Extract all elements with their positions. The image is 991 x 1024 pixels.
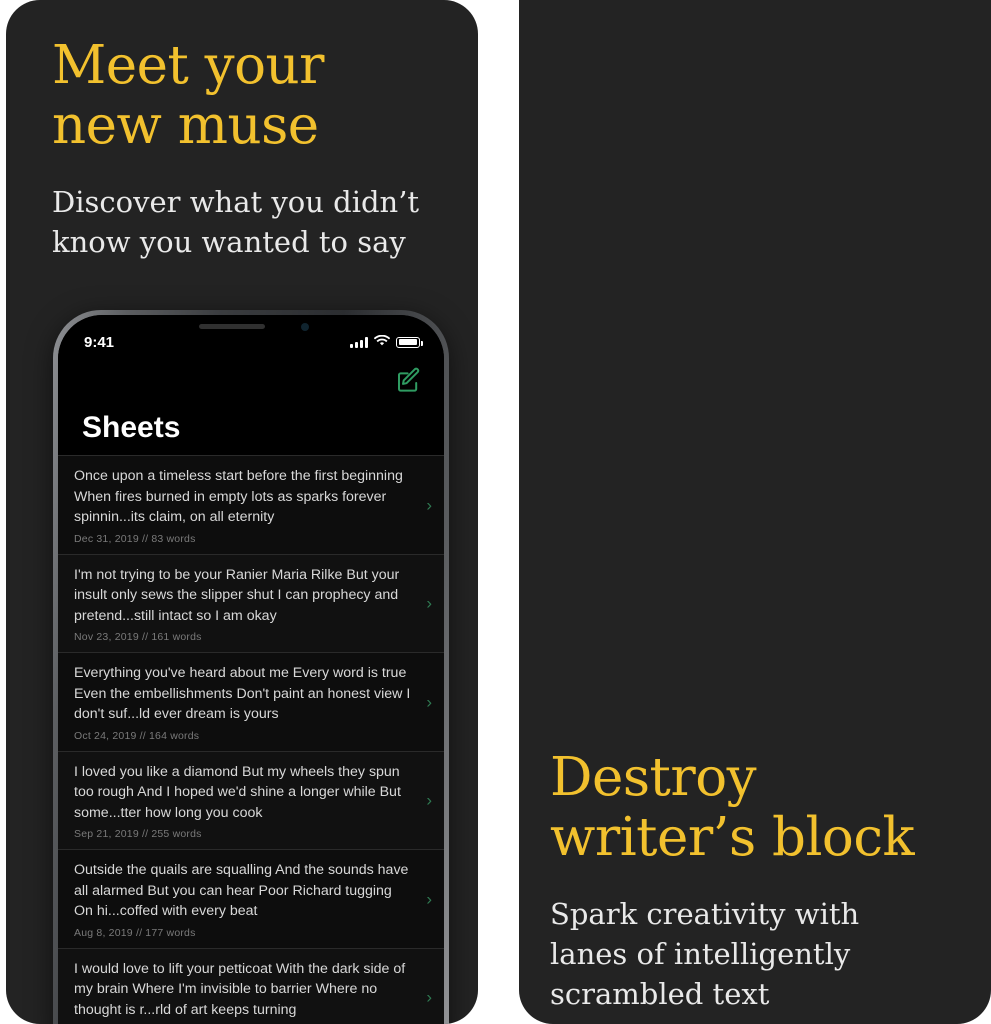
sheets-list[interactable]: Once upon a timeless start before the fi… bbox=[58, 455, 444, 1024]
phone-mockup-left: 9:41 Sheets Once upon a timeless start b… bbox=[53, 310, 449, 1024]
battery-icon bbox=[396, 336, 423, 348]
left-headline: Meet your new muse bbox=[52, 35, 324, 156]
right-copy-block: Destroy writer’s block Spark creativity … bbox=[550, 748, 980, 1014]
sheet-meta: Oct 24, 2019 // 164 words bbox=[74, 729, 200, 742]
earpiece-speaker bbox=[199, 324, 265, 329]
sheet-row[interactable]: Everything you've heard about me Every w… bbox=[58, 652, 444, 751]
wifi-icon bbox=[373, 334, 391, 351]
sheet-meta: Nov 23, 2019 // 161 words bbox=[74, 631, 202, 643]
chevron-right-icon: › bbox=[426, 692, 432, 712]
screenshot-root: Meet your new muse Discover what you did… bbox=[0, 0, 991, 1024]
left-subhead: Discover what you didn’t know you wanted… bbox=[52, 185, 420, 259]
chevron-right-icon: › bbox=[426, 889, 432, 909]
sheet-meta: Dec 31, 2019 // 83 words bbox=[74, 532, 196, 545]
compose-icon bbox=[398, 367, 420, 392]
status-time: 9:41 bbox=[84, 333, 115, 351]
chevron-right-icon: › bbox=[426, 593, 432, 613]
compose-button[interactable] bbox=[396, 367, 422, 398]
sheet-row[interactable]: I'm not trying to be your Ranier Maria R… bbox=[58, 553, 444, 652]
marketing-panel-right: There are no spinning wheels that can li… bbox=[519, 0, 991, 1024]
sheet-meta: Sep 21, 2019 // 255 words bbox=[74, 828, 202, 840]
sheet-row[interactable]: Once upon a timeless start before the fi… bbox=[58, 455, 444, 554]
left-copy-block: Meet your new muse Discover what you did… bbox=[52, 36, 472, 262]
notch bbox=[165, 315, 337, 341]
sheet-excerpt: I loved you like a diamond But my wheels… bbox=[74, 763, 401, 821]
sheet-excerpt: Outside the quails are squalling And the… bbox=[74, 862, 409, 919]
marketing-panel-left: Meet your new muse Discover what you did… bbox=[6, 0, 478, 1024]
sheet-excerpt: Once upon a timeless start before the fi… bbox=[74, 468, 403, 525]
sheet-row[interactable]: I would love to lift your petticoat With… bbox=[58, 947, 444, 1024]
sheet-row[interactable]: I loved you like a diamond But my wheels… bbox=[58, 750, 444, 849]
cellular-bars-icon bbox=[350, 336, 368, 348]
chevron-right-icon: › bbox=[426, 987, 432, 1007]
chevron-right-icon: › bbox=[426, 495, 432, 515]
right-headline: Destroy writer’s block bbox=[550, 747, 915, 868]
sheet-meta: Aug 8, 2019 // 177 words bbox=[74, 926, 196, 939]
front-camera-icon bbox=[301, 323, 309, 331]
sheets-screen: 9:41 Sheets Once upon a timeless start b… bbox=[58, 315, 444, 1024]
phone-screen-left: 9:41 Sheets Once upon a timeless start b… bbox=[58, 315, 444, 1024]
sheet-row[interactable]: Outside the quails are squalling And the… bbox=[58, 849, 444, 948]
sheet-excerpt: Everything you've heard about me Every w… bbox=[74, 665, 411, 722]
sheet-excerpt: I would love to lift your petticoat With… bbox=[74, 960, 406, 1018]
chevron-right-icon: › bbox=[426, 790, 432, 810]
page-title: Sheets bbox=[82, 411, 181, 444]
sheet-excerpt: I'm not trying to be your Ranier Maria R… bbox=[74, 566, 400, 624]
status-indicators bbox=[350, 334, 423, 351]
right-subhead: Spark creativity with lanes of intellige… bbox=[550, 897, 860, 1011]
